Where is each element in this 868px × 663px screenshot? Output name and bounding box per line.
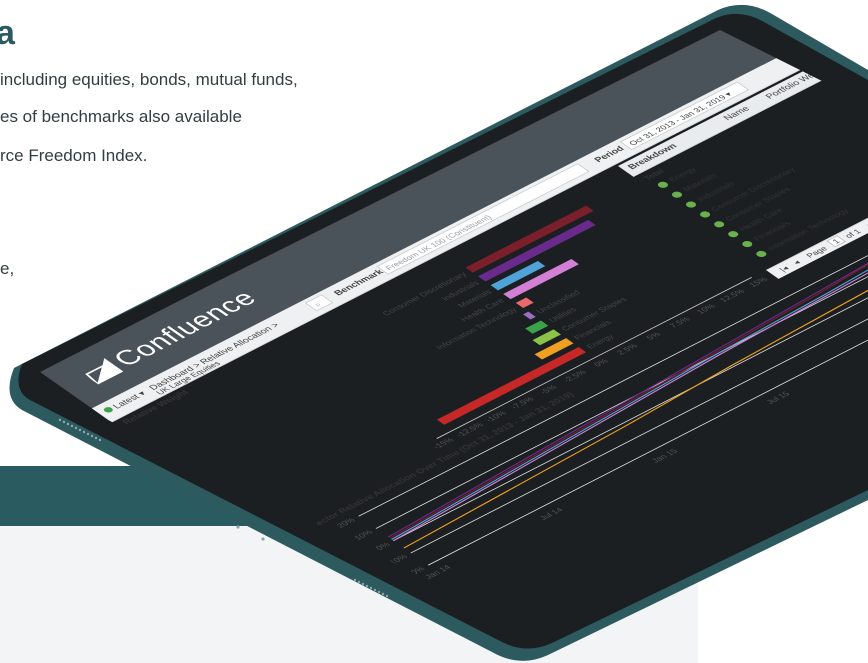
- page-of: of 1: [842, 227, 863, 240]
- x-tick-label: 2.5%: [614, 342, 640, 357]
- page-input[interactable]: 1: [826, 235, 847, 248]
- status-dot-icon: [102, 406, 115, 414]
- page-label: Page: [804, 244, 830, 260]
- latest-label: Latest: [111, 393, 143, 411]
- chart-bar: [478, 219, 596, 282]
- x-tick-label: 12.5%: [717, 287, 747, 304]
- chart-bar: [523, 311, 536, 320]
- search-button[interactable]: ⌕: [304, 294, 334, 312]
- confluence-logo-icon: [85, 357, 124, 385]
- tablet-device: Confluence Latest ▾ Dashboard > Relative…: [0, 0, 868, 663]
- chart-bar: [515, 297, 534, 309]
- x-tick-label: Jul 15: [764, 390, 792, 406]
- expand-icon[interactable]: [683, 200, 699, 209]
- expand-icon[interactable]: [655, 180, 671, 190]
- x-tick-label: -10%: [483, 409, 509, 424]
- x-tick-label: -5%: [537, 383, 559, 396]
- x-tick-label: 7.5%: [667, 315, 693, 330]
- x-tick-label: 10%: [694, 302, 718, 316]
- x-tick-label: 15%: [747, 275, 771, 289]
- expand-icon[interactable]: [697, 210, 713, 219]
- expand-icon[interactable]: [726, 229, 741, 239]
- chart-bar: [532, 329, 561, 346]
- expand-icon[interactable]: [754, 249, 769, 259]
- chart-bar: [525, 320, 549, 334]
- expand-icon[interactable]: [712, 220, 727, 229]
- expand-icon[interactable]: [740, 239, 755, 249]
- x-tick-label: -2.5%: [561, 368, 589, 384]
- prev-page-button[interactable]: ◂: [791, 259, 803, 267]
- y-tick-label: 10%: [352, 528, 376, 542]
- x-tick-label: Jan 14: [422, 563, 453, 580]
- expand-icon[interactable]: [669, 190, 685, 199]
- x-tick-label: Jul 14: [537, 506, 565, 522]
- chart-bar: [490, 260, 546, 291]
- first-page-button[interactable]: |◂: [777, 265, 791, 274]
- x-tick-label: -15%: [430, 436, 456, 451]
- y-tick-label: 0%: [373, 540, 392, 551]
